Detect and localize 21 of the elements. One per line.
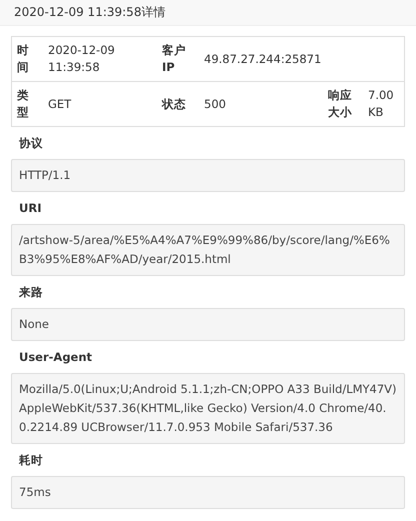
field-label: User-Agent xyxy=(18,349,94,366)
dialog-title: 2020-12-09 11:39:58详情 xyxy=(14,4,166,21)
table-cell-text: 7.00 KB xyxy=(367,87,395,121)
table-label: 响应大小 xyxy=(327,87,353,121)
table-cell-text: 2020-12-09 11:39:58 xyxy=(47,42,116,76)
table-cell-text: 500 xyxy=(203,96,227,112)
field-label: URI xyxy=(18,200,42,217)
table-label: 状态 xyxy=(160,96,187,112)
readonly-field: 75ms xyxy=(11,476,405,509)
table-label: 客户IP xyxy=(161,42,187,76)
field-label: 协议 xyxy=(18,135,44,152)
readonly-field: Mozilla/5.0(Linux;U;Android 5.1.1;zh-CN;OPPO A33 Build/LMY47V) AppleWebKit/537.36(KHTML,like Gecko) Version/4.0 Chrome/40.0.2214.89 UCBrowser/11.7.0.953 Mobile Safari/537.36 xyxy=(11,373,405,444)
readonly-field: None xyxy=(11,308,405,341)
table-label: 时间 xyxy=(16,42,30,76)
table-cell-text: GET xyxy=(47,96,72,112)
table-label: 类型 xyxy=(16,87,30,121)
readonly-field: HTTP/1.1 xyxy=(11,159,405,192)
readonly-field: /artshow-5/area/%E5%A4%A7%E9%99%86/by/score/lang/%E6%B3%95%E8%AF%AD/year/2015.html xyxy=(11,224,405,276)
table-cell-text: 49.87.27.244:25871 xyxy=(203,50,322,68)
field-label: 耗时 xyxy=(18,452,44,469)
field-label: 来路 xyxy=(18,284,44,301)
